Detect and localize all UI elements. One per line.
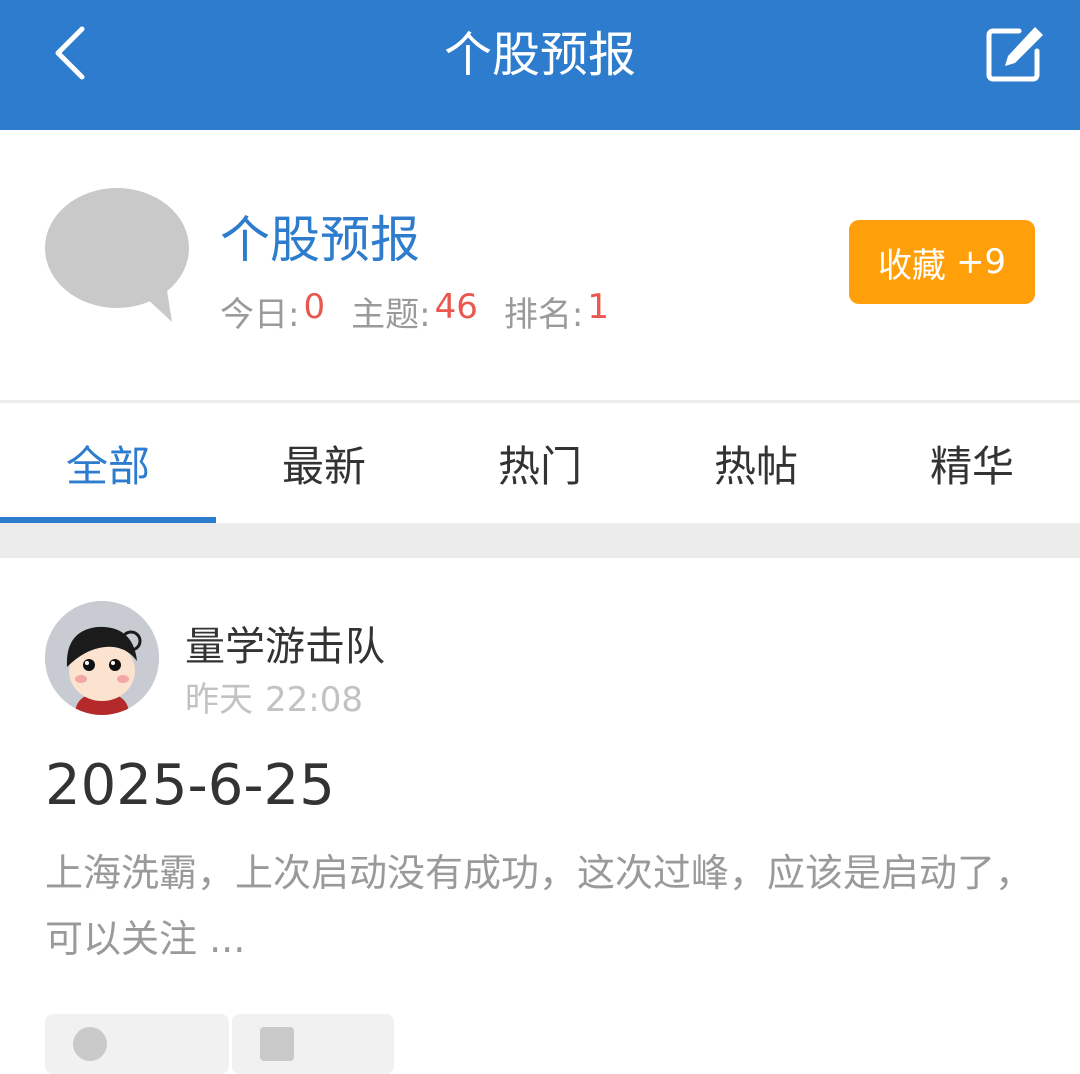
tab-latest[interactable]: 最新: [216, 403, 432, 523]
post-title[interactable]: 2025-6-25: [45, 753, 335, 818]
tab-popular[interactable]: 热门: [432, 403, 648, 523]
post-excerpt: 上海洗霸，上次启动没有成功，这次过峰，应该是启动了，可以关注 ...: [45, 851, 1034, 961]
forum-name: 个股预报: [220, 211, 420, 269]
post-card[interactable]: 量学游击队 昨天 22:08 2025-6-25 上海洗霸，上次启动没有成功，这次…: [0, 558, 1080, 1074]
rank-label: 排名:: [503, 295, 584, 335]
post-time: 昨天 22:08: [185, 672, 363, 721]
filter-tabs: 全部 最新 热门 热帖 精华: [0, 403, 1080, 523]
topics-label: 主题:: [351, 295, 431, 335]
post-day: 昨天: [185, 680, 253, 720]
edit-button[interactable]: [982, 22, 1048, 88]
page-title: 个股预报: [443, 27, 636, 83]
favorite-button[interactable]: 收藏 +9: [849, 220, 1035, 304]
replies-chip[interactable]: [232, 1014, 394, 1074]
comment-icon: [260, 1027, 294, 1061]
top-nav-bar: 个股预报: [0, 0, 1080, 130]
topics-value: 46: [434, 287, 478, 327]
today-value: 0: [303, 287, 326, 327]
rank-value: 1: [587, 287, 609, 327]
forum-header: 个股预报 今日: 0 主题: 46 排名: 1 收藏 +9: [0, 130, 1080, 400]
section-gap: [0, 523, 1080, 558]
avatar[interactable]: [45, 601, 159, 715]
tab-all[interactable]: 全部: [0, 403, 216, 523]
eye-icon: [73, 1027, 107, 1061]
tab-featured[interactable]: 精华: [864, 403, 1080, 523]
forum-stats: 今日: 0 主题: 46 排名: 1: [220, 287, 635, 336]
post-clock: 22:08: [265, 680, 363, 720]
edit-icon: [985, 23, 1045, 87]
views-chip: [45, 1014, 229, 1074]
today-label: 今日:: [220, 295, 300, 335]
favorite-label: 收藏: [877, 245, 946, 286]
tab-hot-posts[interactable]: 热帖: [648, 403, 864, 523]
favorite-count: +9: [955, 242, 1007, 282]
post-author[interactable]: 量学游击队: [185, 614, 385, 672]
speech-bubble-icon: [44, 188, 194, 324]
